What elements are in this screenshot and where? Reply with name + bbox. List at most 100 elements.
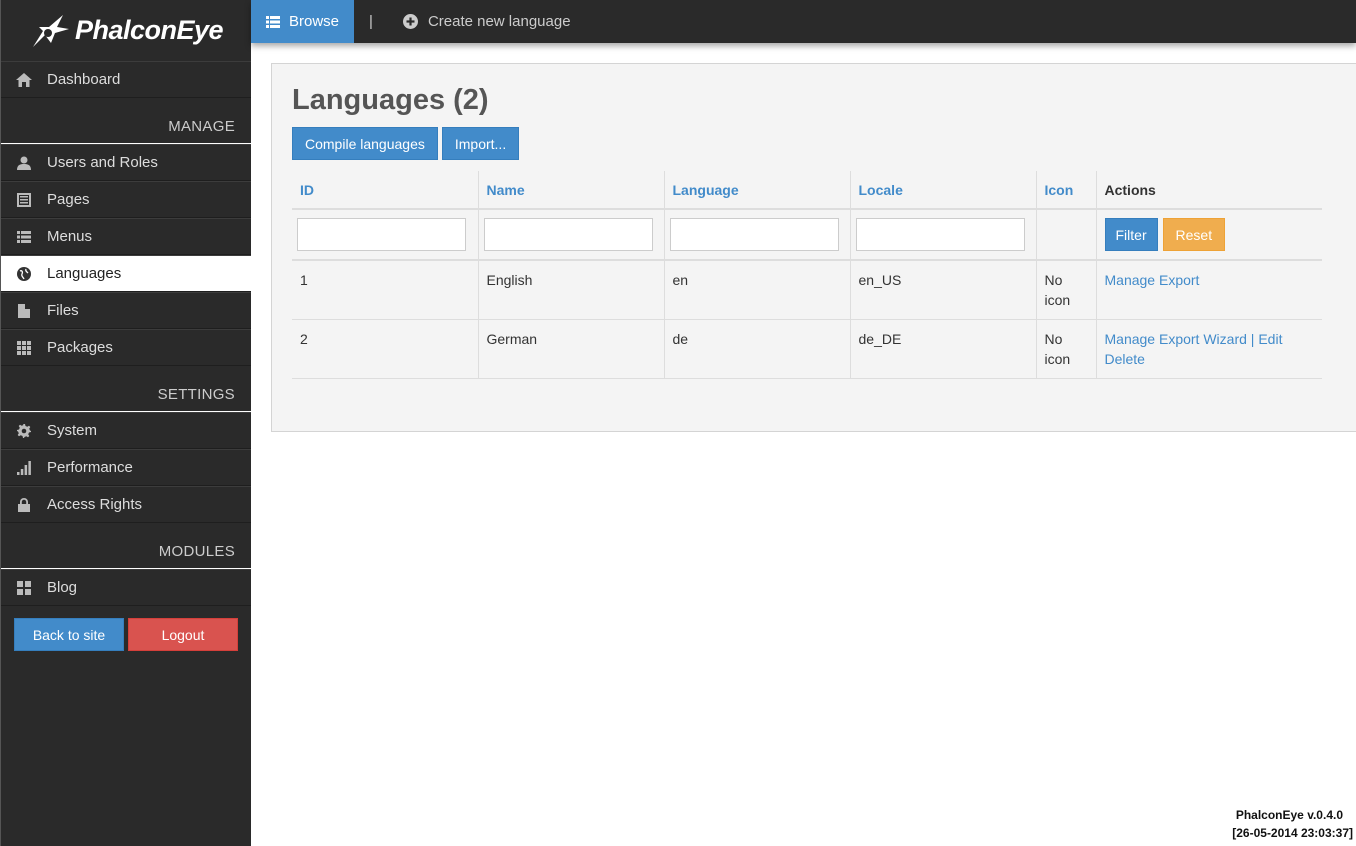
sidebar: PhalconEye Dashboard MANAGE Users and Ro…: [0, 0, 251, 846]
cell-language: de: [664, 319, 851, 379]
cell-icon: No icon: [1036, 319, 1097, 379]
sidebar-item-label: Users and Roles: [47, 154, 158, 171]
wizard-link[interactable]: Wizard: [1203, 331, 1247, 347]
filter-cell: [664, 209, 851, 261]
filter-row: Filter Reset: [292, 209, 1322, 261]
sidebar-item-dashboard[interactable]: Dashboard: [1, 61, 251, 98]
cell-actions: Manage Export Wizard | Edit Delete: [1096, 319, 1322, 379]
sidebar-item-label: Files: [47, 302, 79, 319]
filter-cell: [478, 209, 665, 261]
table-row: 2 German de de_DE No icon Manage Export …: [292, 319, 1322, 379]
column-header-language[interactable]: Language: [664, 171, 851, 210]
signal-bars-icon: [1, 460, 47, 475]
tab-create-new-language[interactable]: Create new language: [402, 13, 571, 30]
sidebar-item-pages[interactable]: Pages: [1, 181, 251, 218]
sidebar-item-label: Blog: [47, 579, 78, 596]
cell-locale: de_DE: [850, 319, 1037, 379]
phalcon-bird-icon: [32, 14, 69, 47]
cell-actions: Manage Export: [1096, 260, 1322, 320]
timestamp-label: [26-05-2014 23:03:37]: [1232, 826, 1353, 840]
plus-circle-icon: [402, 14, 418, 29]
top-nav-bar: Browse | Create new language: [251, 0, 1356, 43]
page-title: Languages (2): [292, 84, 489, 116]
column-header-name[interactable]: Name: [478, 171, 665, 210]
filter-cell: [1036, 209, 1097, 261]
filter-cell: [292, 209, 479, 261]
sidebar-item-system[interactable]: System: [1, 412, 251, 449]
sidebar-item-label: System: [47, 422, 98, 439]
sidebar-item-menus[interactable]: Menus: [1, 218, 251, 255]
back-to-site-button[interactable]: Back to site: [14, 618, 124, 651]
filter-cell: [850, 209, 1037, 261]
version-label: PhalconEye v.0.4.0: [1235, 808, 1343, 822]
sidebar-item-label: Performance: [47, 459, 133, 476]
sidebar-item-blog[interactable]: Blog: [1, 569, 251, 606]
languages-table: ID Name Language Locale Icon Actions Fil…: [292, 171, 1322, 379]
grid-icon: [1, 340, 47, 355]
globe-icon: [1, 266, 47, 281]
compile-languages-button[interactable]: Compile languages: [292, 127, 438, 160]
cell-name: German: [478, 319, 665, 379]
cell-name: English: [478, 260, 665, 320]
filter-id-input[interactable]: [297, 218, 466, 251]
manage-link[interactable]: Manage: [1105, 331, 1156, 347]
sidebar-item-label: Pages: [47, 191, 90, 208]
sidebar-item-files[interactable]: Files: [1, 292, 251, 329]
brand-name: PhalconEye: [74, 15, 224, 45]
column-header-locale[interactable]: Locale: [850, 171, 1037, 210]
sidebar-item-packages[interactable]: Packages: [1, 329, 251, 366]
sidebar-item-performance[interactable]: Performance: [1, 449, 251, 486]
action-separator: |: [1250, 331, 1255, 347]
tab-browse[interactable]: Browse: [251, 0, 355, 43]
home-icon: [1, 72, 47, 87]
user-icon: [1, 156, 47, 170]
tab-separator: |: [369, 13, 373, 30]
file-icon: [1, 303, 47, 318]
lock-icon: [1, 497, 47, 512]
edit-link[interactable]: Edit: [1258, 331, 1282, 347]
gear-icon: [1, 423, 47, 438]
sidebar-item-label: Dashboard: [47, 71, 121, 88]
sidebar-item-label: Packages: [47, 339, 113, 356]
filter-language-input[interactable]: [669, 218, 839, 251]
sidebar-item-label: Access Rights: [47, 496, 143, 513]
delete-link[interactable]: Delete: [1105, 351, 1145, 367]
list-icon: [266, 15, 280, 28]
reset-button[interactable]: Reset: [1162, 218, 1226, 251]
brand-logo[interactable]: PhalconEye: [1, 0, 251, 61]
filter-locale-input[interactable]: [855, 218, 1025, 251]
column-header-id[interactable]: ID: [292, 171, 479, 210]
table-header-row: ID Name Language Locale Icon Actions: [292, 171, 1322, 210]
filter-cell: Filter Reset: [1096, 209, 1322, 261]
sidebar-item-label: Menus: [47, 228, 93, 245]
logout-button[interactable]: Logout: [128, 618, 238, 651]
tab-label: Browse: [289, 13, 340, 30]
cell-locale: en_US: [850, 260, 1037, 320]
export-link[interactable]: Export: [1159, 272, 1199, 288]
import-button[interactable]: Import...: [441, 127, 520, 160]
sidebar-item-users-and-roles[interactable]: Users and Roles: [1, 144, 251, 181]
list-icon: [1, 230, 47, 243]
cell-icon: No icon: [1036, 260, 1097, 320]
export-link[interactable]: Export: [1159, 331, 1199, 347]
sidebar-item-languages[interactable]: Languages: [1, 255, 251, 292]
cell-id: 1: [292, 260, 479, 320]
sidebar-item-label: Languages: [47, 265, 122, 282]
main-panel: Languages (2) Compile languages Import..…: [271, 63, 1356, 432]
footer: PhalconEye v.0.4.0 [26-05-2014 23:03:37]: [1232, 806, 1353, 842]
filter-name-input[interactable]: [483, 218, 653, 251]
cell-language: en: [664, 260, 851, 320]
column-header-icon[interactable]: Icon: [1036, 171, 1097, 210]
tab-label: Create new language: [427, 13, 571, 30]
page-list-icon: [1, 192, 47, 207]
section-title-modules: MODULES: [1, 523, 251, 569]
manage-link[interactable]: Manage: [1105, 272, 1156, 288]
dashboard-tiles-icon: [1, 580, 47, 595]
filter-button[interactable]: Filter: [1104, 218, 1158, 251]
section-title-settings: SETTINGS: [1, 366, 251, 412]
section-title-manage: MANAGE: [1, 98, 251, 144]
sidebar-item-access-rights[interactable]: Access Rights: [1, 486, 251, 523]
panel-buttons: Compile languages Import...: [292, 127, 520, 160]
table-row: 1 English en en_US No icon Manage Export: [292, 260, 1322, 320]
column-header-actions: Actions: [1096, 171, 1322, 210]
